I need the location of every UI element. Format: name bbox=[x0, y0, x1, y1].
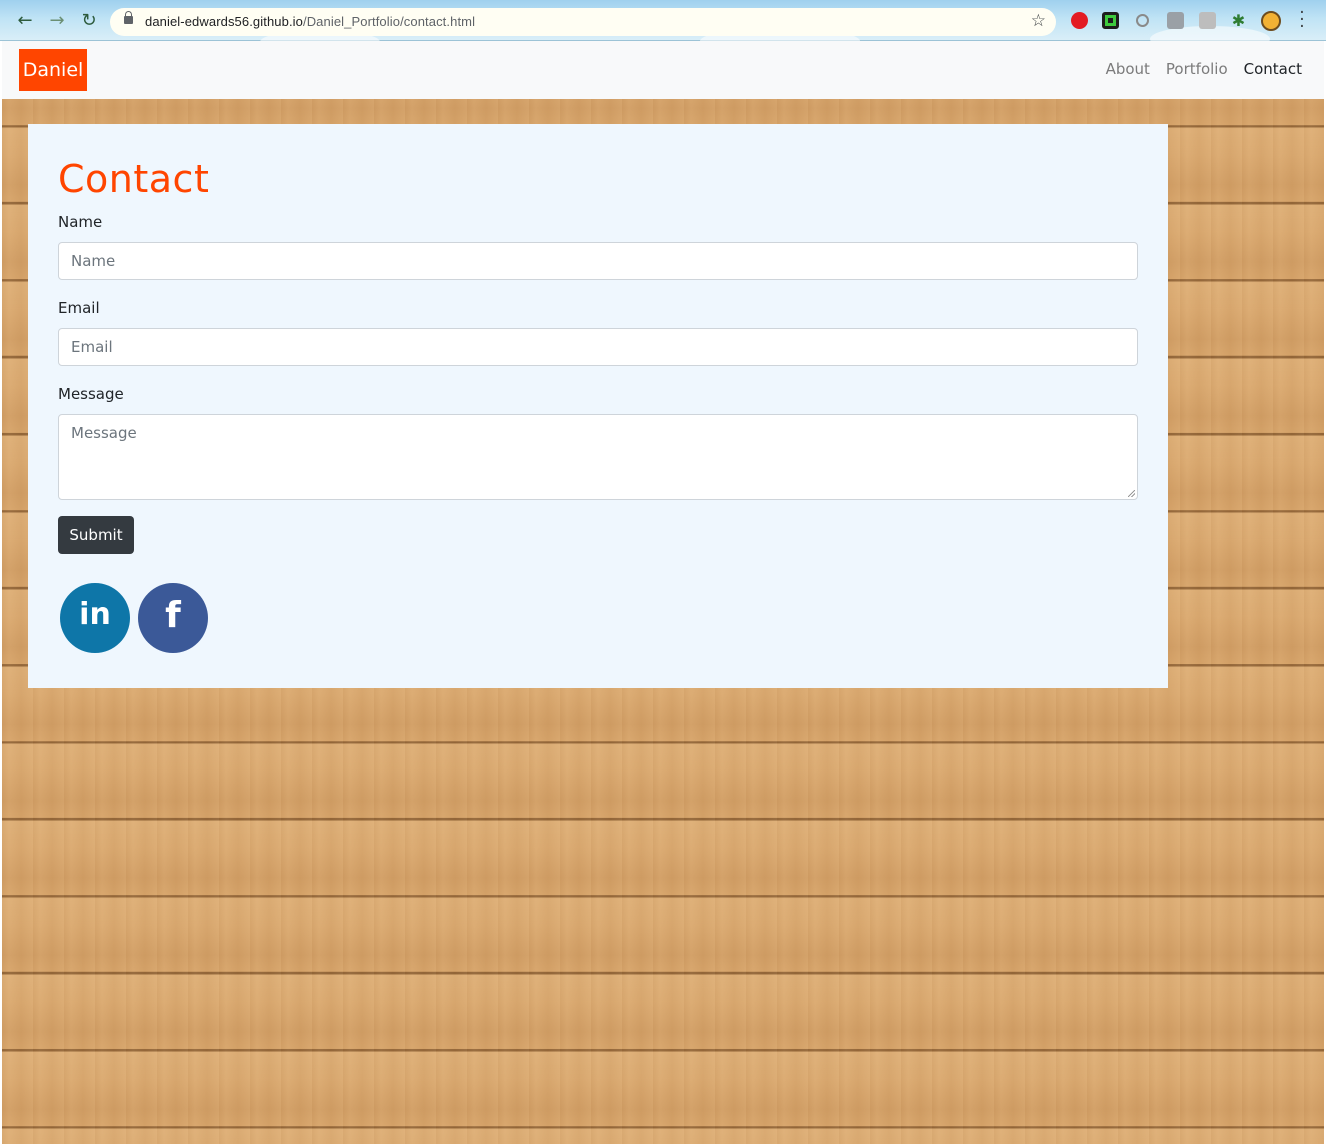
reload-icon[interactable]: ↻ bbox=[78, 10, 100, 32]
address-bar[interactable]: daniel-edwards56.github.io/Daniel_Portfo… bbox=[110, 8, 1056, 36]
nav-link-portfolio[interactable]: Portfolio bbox=[1166, 60, 1228, 78]
nav-link-about[interactable]: About bbox=[1106, 60, 1150, 78]
facebook-button[interactable]: f bbox=[138, 583, 208, 653]
name-input[interactable]: Name bbox=[58, 242, 1138, 280]
submit-button[interactable]: Submit bbox=[58, 516, 134, 554]
url-host: daniel-edwards56.github.io bbox=[145, 14, 303, 29]
kebab-menu-icon[interactable]: · · · bbox=[1297, 5, 1307, 36]
nav-links: About Portfolio Contact bbox=[1106, 60, 1302, 78]
resize-handle-icon[interactable] bbox=[1128, 490, 1135, 497]
message-textarea[interactable]: Message bbox=[58, 414, 1138, 500]
contact-card: Contact Name Name Email Email Message Me… bbox=[28, 124, 1168, 688]
name-label: Name bbox=[58, 213, 103, 231]
message-placeholder: Message bbox=[71, 424, 137, 442]
forward-arrow-icon[interactable]: → bbox=[46, 10, 68, 32]
browser-toolbar: ← → ↻ daniel-edwards56.github.io/Daniel_… bbox=[0, 0, 1326, 54]
puzzle-extensions-icon[interactable]: ✱ bbox=[1230, 12, 1247, 29]
back-arrow-icon[interactable]: ← bbox=[14, 10, 36, 32]
dsr-extension-icon[interactable] bbox=[1167, 12, 1184, 29]
url-text: daniel-edwards56.github.io/Daniel_Portfo… bbox=[145, 14, 475, 29]
circle-extension-icon[interactable] bbox=[1136, 14, 1149, 27]
lock-icon bbox=[124, 11, 133, 24]
gray-extension-icon[interactable] bbox=[1199, 12, 1216, 29]
email-input[interactable]: Email bbox=[58, 328, 1138, 366]
profile-avatar[interactable] bbox=[1261, 11, 1281, 31]
brand-logo[interactable]: Daniel bbox=[19, 49, 87, 91]
page-viewport: Daniel About Portfolio Contact Contact N… bbox=[2, 41, 1324, 1144]
green-square-extension-icon[interactable] bbox=[1102, 12, 1119, 29]
linkedin-button[interactable]: in bbox=[60, 583, 130, 653]
bookmark-star-icon[interactable]: ☆ bbox=[1031, 11, 1046, 31]
message-label: Message bbox=[58, 385, 124, 403]
site-navbar: Daniel About Portfolio Contact bbox=[2, 41, 1324, 99]
linkedin-icon: in bbox=[79, 597, 111, 632]
adblock-extension-icon[interactable] bbox=[1071, 12, 1088, 29]
email-label: Email bbox=[58, 299, 100, 317]
page-title: Contact bbox=[58, 157, 210, 201]
facebook-icon: f bbox=[165, 595, 181, 636]
url-path: /Daniel_Portfolio/contact.html bbox=[302, 14, 476, 29]
nav-link-contact[interactable]: Contact bbox=[1244, 60, 1302, 78]
